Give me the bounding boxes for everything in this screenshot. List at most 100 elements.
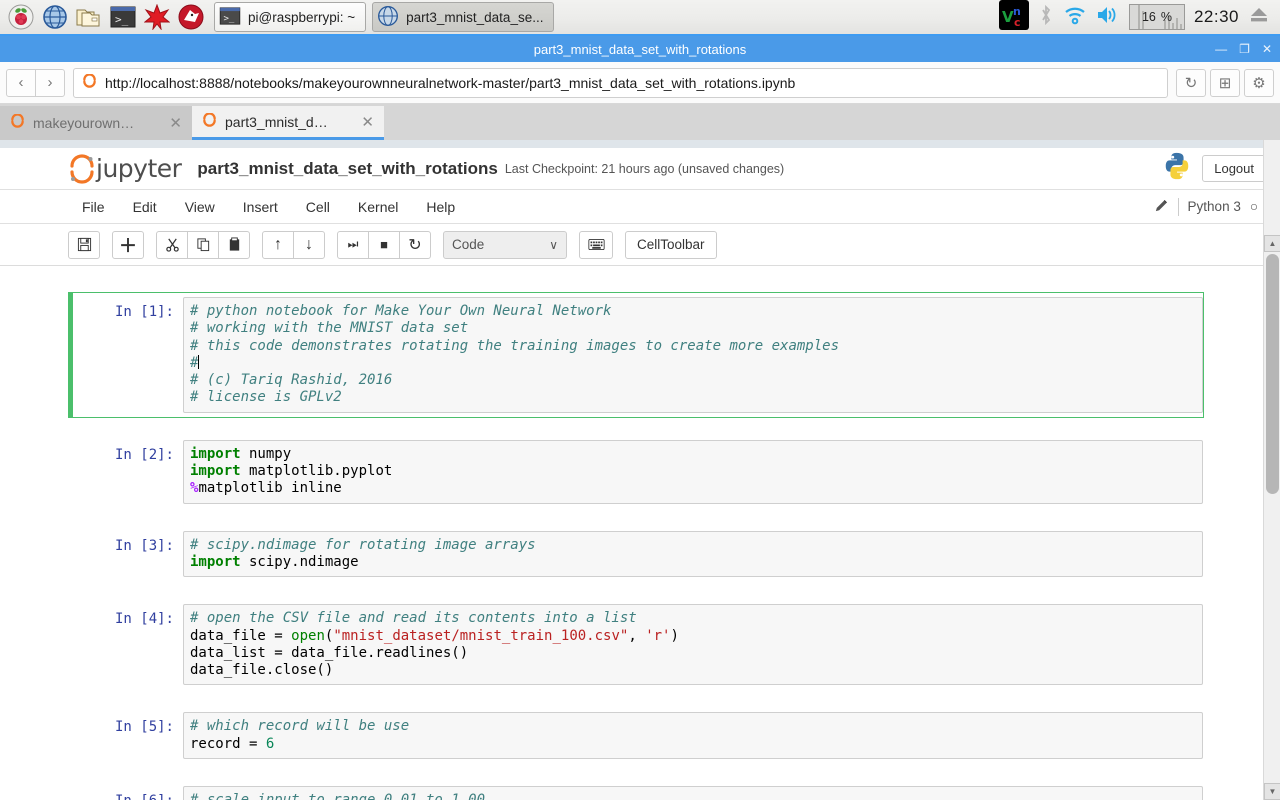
interrupt-kernel-button[interactable]: ■ [368, 230, 400, 259]
notebook-name[interactable]: part3_mnist_data_set_with_rotations [197, 159, 497, 179]
forward-button[interactable]: › [35, 68, 65, 97]
page-scrollbar[interactable]: ▲ ▼ [1263, 140, 1280, 800]
cell-code-editor[interactable]: # which record will be use record = 6 [183, 712, 1203, 760]
bluetooth-icon[interactable] [1038, 4, 1054, 31]
url-bar[interactable]: http://localhost:8888/notebooks/makeyour… [73, 67, 1168, 98]
notebook-cell[interactable]: In [6]:# scale input to range 0.01 to 1.… [68, 781, 1204, 800]
logout-button[interactable]: Logout [1202, 155, 1266, 182]
command-palette-button[interactable] [579, 230, 613, 259]
menu-file[interactable]: File [68, 195, 119, 219]
pencil-icon[interactable] [1154, 198, 1169, 216]
scroll-down-arrow-icon[interactable]: ▼ [1264, 783, 1280, 800]
code-line: record = 6 [190, 736, 1198, 753]
close-button[interactable]: ✕ [1262, 42, 1272, 56]
save-button[interactable] [68, 230, 100, 259]
code-token: # scale input to range 0.01 to 1.00 [190, 792, 485, 800]
notebook-cell[interactable]: In [3]: # scipy.ndimage for rotating imag… [68, 526, 1204, 583]
code-line: # python notebook for Make Your Own Neur… [190, 303, 1198, 320]
toolbar-group-run: ⏭ ■ ↻ [337, 230, 431, 259]
cut-cell-button[interactable] [156, 230, 188, 259]
tab-close-icon[interactable]: ✕ [169, 114, 182, 132]
taskbar-window-terminal[interactable]: >_ pi@raspberrypi: ~ [214, 2, 367, 32]
cell-code-editor[interactable]: # open the CSV file and read its content… [183, 604, 1203, 686]
wifi-icon[interactable] [1063, 4, 1087, 31]
notebook-cell[interactable]: In [4]: # open the CSV file and read its … [68, 599, 1204, 690]
checkpoint-status: Last Checkpoint: 21 hours ago (unsaved c… [504, 161, 785, 176]
code-line: # this code demonstrates rotating the tr… [190, 338, 1198, 355]
menu-kernel[interactable]: Kernel [344, 195, 412, 219]
toolbar-group-insert: ＋ [112, 230, 144, 259]
browser-settings-button[interactable]: ⚙ [1244, 68, 1274, 97]
code-line: import numpy [190, 446, 1198, 463]
code-line: # [190, 354, 1198, 372]
terminal-icon[interactable]: >_ [106, 1, 140, 33]
notebook-cell[interactable]: In [1]: # python notebook for Make Your O… [68, 292, 1204, 418]
browser-icon [377, 5, 399, 30]
wolfram-icon[interactable] [174, 1, 208, 33]
terminal-icon: >_ [219, 6, 241, 28]
system-tray: V n c 16 % 22:30 [998, 0, 1276, 35]
scroll-up-arrow-icon[interactable]: ▲ [1264, 235, 1280, 252]
bookmark-button[interactable]: ⊞ [1210, 68, 1240, 97]
kernel-indicator-area: Python 3 ○ [1154, 197, 1266, 216]
notebook-cell[interactable]: In [5]: # which record will be use record … [68, 707, 1204, 764]
menu-edit[interactable]: Edit [119, 195, 171, 219]
browser-tab-makeyourown[interactable]: makeyourown… ✕ [0, 106, 192, 140]
restart-kernel-button[interactable]: ↻ [399, 230, 431, 259]
menu-cell[interactable]: Cell [292, 195, 344, 219]
jupyter-logo[interactable]: jupyter [68, 153, 182, 184]
taskbar-clock[interactable]: 22:30 [1194, 7, 1239, 27]
cell-code-editor[interactable]: # scipy.ndimage for rotating image array… [183, 530, 1203, 578]
maximize-button[interactable]: ❐ [1239, 42, 1250, 56]
cell-code-editor[interactable]: import numpy import matplotlib.pyplot %mat… [183, 439, 1203, 504]
menu-insert[interactable]: Insert [229, 195, 292, 219]
scrollbar-thumb[interactable] [1266, 254, 1279, 494]
browser-viewport: jupyter part3_mnist_data_set_with_rotati… [0, 140, 1280, 800]
reload-button[interactable]: ↻ [1176, 68, 1206, 97]
tab-label: part3_mnist_d… [225, 113, 328, 130]
paste-cell-button[interactable] [218, 230, 250, 259]
code-token: # which record will be use [190, 718, 410, 735]
code-line: data_file = open("mnist_dataset/mnist_tr… [190, 628, 1198, 645]
run-cell-button[interactable]: ⏭ [337, 230, 369, 259]
kernel-name[interactable]: Python 3 [1188, 199, 1241, 214]
web-browser-icon[interactable] [38, 1, 72, 33]
file-manager-icon[interactable] [72, 1, 106, 33]
python-logo-icon [1162, 151, 1192, 186]
notebook-cell[interactable]: In [2]: import numpy import matplotlib.pyp… [68, 435, 1204, 509]
move-cell-up-button[interactable]: ↑ [262, 230, 294, 259]
code-token: # (c) Tariq Rashid, 2016 [190, 372, 393, 389]
back-button[interactable]: ‹ [6, 68, 36, 97]
code-line: data_list = data_file.readlines() [190, 645, 1198, 662]
volume-icon[interactable] [1096, 4, 1120, 31]
cell-code-editor[interactable]: # python notebook for Make Your Own Neur… [183, 297, 1203, 413]
copy-cell-button[interactable] [187, 230, 219, 259]
vnc-icon[interactable]: V n c [998, 0, 1029, 35]
menu-view[interactable]: View [171, 195, 229, 219]
tab-close-icon[interactable]: ✕ [361, 113, 374, 131]
code-token: import [190, 463, 241, 480]
celltoolbar-button[interactable]: CellToolbar [625, 230, 717, 259]
menu-help[interactable]: Help [412, 195, 469, 219]
svg-text:>_: >_ [223, 13, 234, 23]
mathematica-icon[interactable] [140, 1, 174, 33]
taskbar-window-browser[interactable]: part3_mnist_data_se... [372, 2, 555, 32]
code-token: 6 [265, 735, 275, 752]
notebook-cell-list: In [1]: # python notebook for Make Your O… [0, 292, 1280, 800]
move-cell-down-button[interactable]: ↓ [293, 230, 325, 259]
eject-icon[interactable] [1248, 5, 1270, 30]
code-line: import scipy.ndimage [190, 554, 1198, 571]
code-token: matplotlib inline [198, 480, 342, 497]
code-token: # license is GPLv2 [190, 389, 342, 406]
code-line: # scale input to range 0.01 to 1.00 [190, 792, 1198, 800]
raspberry-pi-menu-icon[interactable] [4, 1, 38, 33]
cpu-usage-monitor[interactable]: 16 % [1128, 4, 1185, 30]
browser-tab-part3-mnist[interactable]: part3_mnist_d… ✕ [192, 106, 384, 140]
cell-code-editor[interactable]: # scale input to range 0.01 to 1.00all_v… [183, 786, 1203, 800]
minimize-button[interactable]: — [1215, 42, 1227, 56]
code-token: open [291, 627, 325, 644]
insert-cell-below-button[interactable]: ＋ [112, 230, 144, 259]
cell-type-select[interactable]: Code ∨ [443, 230, 567, 259]
svg-text:>_: >_ [115, 13, 129, 26]
window-controls: — ❐ ✕ [1215, 36, 1272, 62]
